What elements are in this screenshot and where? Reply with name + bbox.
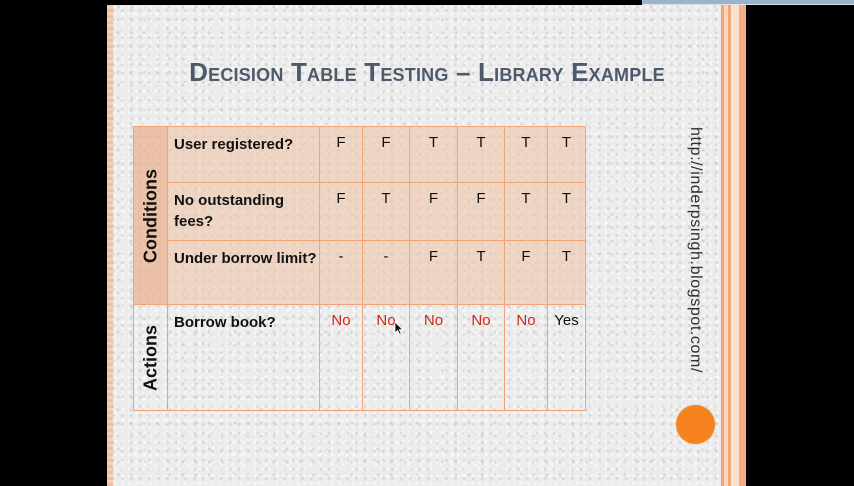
table-cell: F [409, 182, 458, 241]
table-cell: F [409, 240, 458, 305]
table-cell: No [319, 304, 363, 411]
table-cell: T [547, 182, 586, 241]
table-cell: T [362, 182, 410, 241]
table-cell: F [319, 126, 363, 183]
table-cell: T [457, 240, 505, 305]
actions-label: Actions [140, 324, 160, 391]
table-cell: T [547, 240, 586, 305]
decision-table: Conditions User registered? F F T T T T … [133, 126, 586, 411]
slide-right-border [721, 5, 746, 486]
row-label-user-registered: User registered? [167, 126, 320, 183]
table-cell: - [319, 240, 363, 305]
table-cell: F [457, 182, 505, 241]
slide-title: Decision Table Testing – Library Example [189, 57, 665, 87]
mouse-pointer-icon [394, 321, 404, 335]
table-cell: F [504, 240, 548, 305]
table-cell: T [409, 126, 458, 183]
table-row-borrow-book: Actions Borrow book? No No No No No Yes [133, 304, 586, 411]
table-cell: T [504, 182, 548, 241]
conditions-group-cell: Conditions [133, 126, 168, 305]
row-label-no-outstanding-fees: No outstanding fees? [167, 182, 320, 241]
row-label-borrow-book: Borrow book? [167, 304, 320, 411]
actions-group-cell: Actions [133, 304, 168, 411]
row-label-under-borrow-limit: Under borrow limit? [167, 240, 320, 305]
conditions-label: Conditions [140, 168, 160, 263]
table-cell: No [409, 304, 458, 411]
table-cell: No [457, 304, 505, 411]
table-cell: - [362, 240, 410, 305]
blog-url: http://inderpsingh.blogspot.com/ [687, 127, 704, 374]
table-cell: No [504, 304, 548, 411]
presentation-slide: Decision Table Testing – Library Example… [107, 5, 746, 486]
table-cell: T [504, 126, 548, 183]
table-cell: T [457, 126, 505, 183]
table-cell: F [362, 126, 410, 183]
table-row-user-registered: Conditions User registered? F F T T T T [133, 126, 586, 305]
table-cell: F [319, 182, 363, 241]
screen: Decision Table Testing – Library Example… [0, 0, 854, 486]
table-cell: Yes [547, 304, 586, 411]
slide-left-border [107, 5, 113, 486]
table-row-no-outstanding-fees: No outstanding fees? F T F F T T [134, 182, 586, 241]
orange-circle-decoration [676, 405, 715, 444]
table-row-under-borrow-limit: Under borrow limit? - - F T F T [134, 240, 586, 305]
table-cell: T [547, 126, 586, 183]
